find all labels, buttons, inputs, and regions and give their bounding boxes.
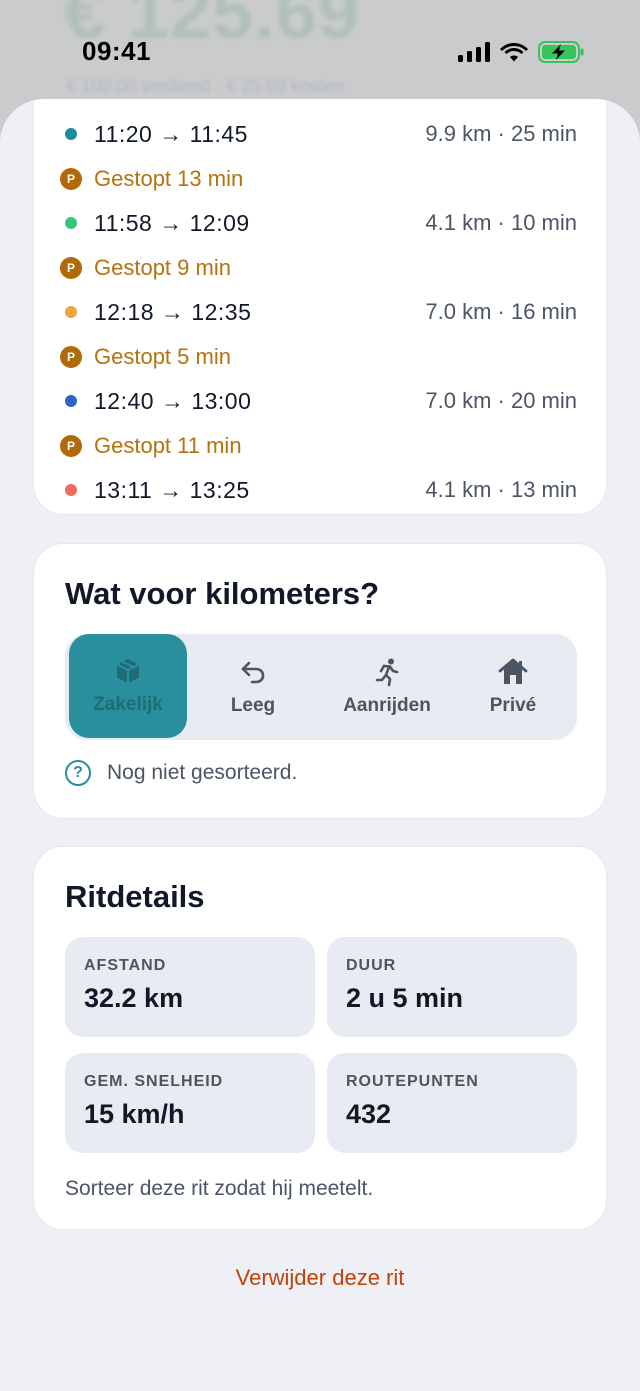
option-zakelijk[interactable]: Zakelijk bbox=[69, 634, 187, 738]
segment-row[interactable]: 12:18 → 12:35 7.0 km · 16 min bbox=[34, 290, 608, 334]
question-circle-icon: ? bbox=[65, 760, 91, 786]
stop-duration: Gestopt 13 min bbox=[94, 166, 244, 191]
stop-duration: Gestopt 11 min bbox=[94, 433, 242, 458]
status-time: 09:41 bbox=[82, 36, 151, 66]
segment-time: 12:18 → 12:35 bbox=[94, 298, 252, 325]
option-label: Privé bbox=[489, 695, 537, 716]
stop-row: P Gestopt 9 min bbox=[34, 246, 608, 290]
segments-card: 11:20 → 11:45 9.9 km · 25 min P Gestopt … bbox=[33, 99, 607, 515]
km-type-title: Wat voor kilometers? bbox=[65, 576, 380, 611]
status-icons bbox=[458, 40, 584, 64]
stat-distance: AFSTAND 32.2 km bbox=[65, 937, 315, 1037]
trip-sheet: 11:20 → 11:45 9.9 km · 25 min P Gestopt … bbox=[0, 99, 640, 1391]
segment-time: 13:11 → 13:25 bbox=[94, 476, 250, 503]
parking-icon: P bbox=[60, 168, 82, 190]
stat-label: DUUR bbox=[346, 957, 397, 974]
stop-duration: Gestopt 9 min bbox=[94, 255, 231, 280]
stop-row: P Gestopt 5 min bbox=[34, 335, 608, 379]
parking-icon: P bbox=[60, 435, 82, 457]
trip-details-title: Ritdetails bbox=[65, 879, 205, 914]
house-icon bbox=[498, 658, 528, 684]
segment-time: 12:40 → 13:00 bbox=[94, 387, 252, 414]
segment-color-dot bbox=[65, 306, 77, 318]
segment-distance-duration: 4.1 km · 10 min bbox=[425, 210, 577, 235]
trip-details-card: Ritdetails AFSTAND 32.2 km DUUR 2 u 5 mi… bbox=[33, 846, 607, 1230]
box-icon bbox=[116, 659, 140, 683]
option-aanrijden[interactable]: Aanrijden bbox=[323, 634, 451, 740]
segment-row[interactable]: 11:58 → 12:09 4.1 km · 10 min bbox=[34, 201, 608, 245]
option-prive[interactable]: Privé bbox=[453, 634, 573, 740]
sort-status-text: Nog niet gesorteerd. bbox=[107, 761, 298, 784]
segment-time: 11:58 → 12:09 bbox=[94, 209, 250, 236]
parking-icon: P bbox=[60, 346, 82, 368]
undo-arrow-icon bbox=[241, 661, 265, 684]
stat-label: GEM. SNELHEID bbox=[84, 1073, 224, 1090]
stat-label: ROUTEPUNTEN bbox=[346, 1073, 479, 1090]
option-label: Zakelijk bbox=[93, 694, 163, 715]
segment-color-dot bbox=[65, 484, 77, 496]
status-bar: 09:41 bbox=[0, 0, 640, 100]
stat-value: 32.2 km bbox=[84, 983, 184, 1013]
stat-value: 15 km/h bbox=[84, 1099, 185, 1129]
option-label: Aanrijden bbox=[343, 695, 431, 716]
segment-color-dot bbox=[65, 217, 77, 229]
running-person-icon bbox=[375, 658, 399, 687]
stop-row: P Gestopt 13 min bbox=[34, 157, 608, 201]
stat-label: AFSTAND bbox=[84, 957, 167, 974]
segment-row[interactable]: 11:20 → 11:45 9.9 km · 25 min bbox=[34, 112, 608, 156]
stop-row: P Gestopt 11 min bbox=[34, 424, 608, 468]
option-label: Leeg bbox=[230, 695, 276, 716]
wifi-icon bbox=[500, 43, 528, 62]
details-note: Sorteer deze rit zodat hij meetelt. bbox=[65, 1177, 374, 1200]
segment-distance-duration: 7.0 km · 20 min bbox=[425, 388, 577, 413]
km-type-card: Wat voor kilometers? Zakelijk Leeg Aanri… bbox=[33, 543, 607, 819]
segment-color-dot bbox=[65, 128, 77, 140]
segment-distance-duration: 4.1 km · 13 min bbox=[425, 477, 577, 502]
signal-icon bbox=[458, 42, 490, 62]
stat-route-points: ROUTEPUNTEN 432 bbox=[327, 1053, 577, 1153]
stat-value: 2 u 5 min bbox=[346, 983, 464, 1013]
parking-icon: P bbox=[60, 257, 82, 279]
segment-row[interactable]: 12:40 → 13:00 7.0 km · 20 min bbox=[34, 379, 608, 423]
stat-duration: DUUR 2 u 5 min bbox=[327, 937, 577, 1037]
option-leeg[interactable]: Leeg bbox=[193, 634, 313, 740]
segment-row[interactable]: 13:11 → 13:25 4.1 km · 13 min bbox=[34, 468, 608, 512]
segment-time: 11:20 → 11:45 bbox=[94, 120, 248, 147]
delete-trip-button[interactable]: Verwijder deze rit bbox=[0, 1265, 640, 1291]
segment-distance-duration: 7.0 km · 16 min bbox=[425, 299, 577, 324]
stop-duration: Gestopt 5 min bbox=[94, 344, 231, 369]
sort-status: ? Nog niet gesorteerd. bbox=[65, 760, 297, 786]
stat-avg-speed: GEM. SNELHEID 15 km/h bbox=[65, 1053, 315, 1153]
segment-distance-duration: 9.9 km · 25 min bbox=[425, 121, 577, 146]
segment-color-dot bbox=[65, 395, 77, 407]
battery-charging-icon bbox=[538, 41, 584, 63]
stat-value: 432 bbox=[346, 1099, 392, 1129]
km-type-selector: Zakelijk Leeg Aanrijden Privé bbox=[65, 634, 577, 740]
